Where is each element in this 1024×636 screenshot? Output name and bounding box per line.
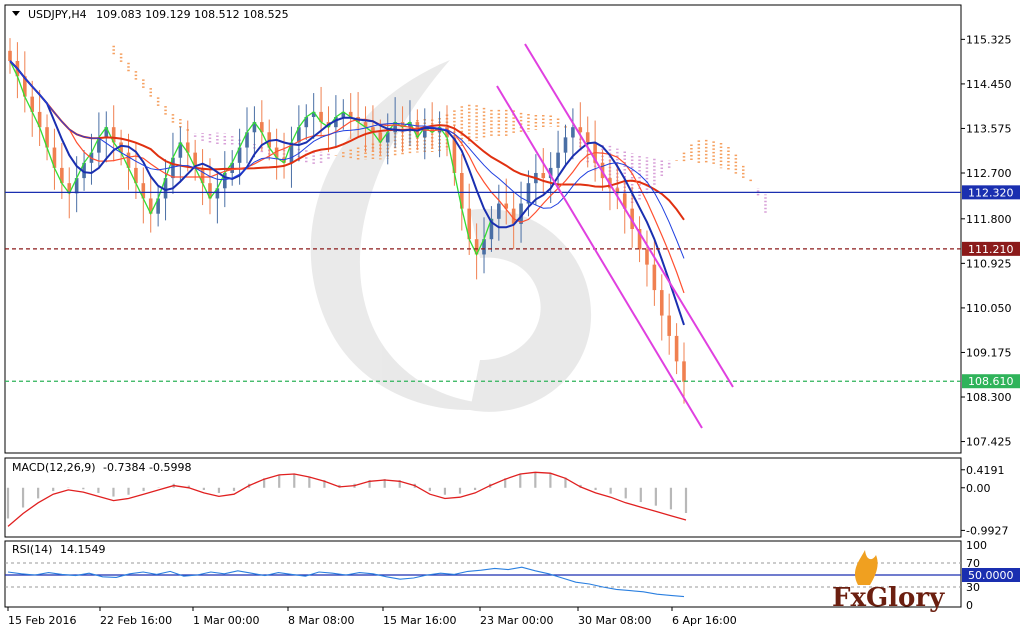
rsi-axis: 1007050.0000300 (962, 539, 1020, 612)
time-tick-label: 8 Mar 08:00 (288, 614, 354, 627)
price-tick-label: 109.175 (966, 346, 1012, 359)
candle-body (659, 290, 664, 316)
price-tick-label: 110.050 (966, 302, 1012, 315)
macd-values: -0.7384 -0.5998 (103, 461, 191, 474)
level-tag-label: 111.210 (968, 243, 1014, 256)
candle-body (571, 127, 575, 138)
candle-body (556, 152, 560, 168)
price-tick-label: 112.700 (966, 167, 1012, 180)
macd-tick-label: 0.00 (966, 482, 991, 495)
chart-canvas: 112.320 111.210 108.610 115.325 114.450 113.… (4, 4, 1020, 627)
rsi-tick-label: 30 (966, 581, 980, 594)
time-tick-label: 6 Apr 16:00 (672, 614, 737, 627)
candle-body (497, 203, 501, 219)
price-tick-label: 113.575 (966, 122, 1012, 135)
candle-body (585, 132, 590, 143)
time-tick-label: 1 Mar 00:00 (193, 614, 259, 627)
candle-body (8, 50, 12, 61)
chart-symbol-header: USDJPY,H4 109.083 109.129 108.512 108.52… (28, 8, 289, 21)
price-tick-label: 111.800 (966, 213, 1012, 226)
ohlc-values: 109.083 109.129 108.512 108.525 (96, 8, 288, 21)
time-tick-label: 15 Mar 16:00 (383, 614, 456, 627)
macd-axis: 0.4191 0.00 -0.9927 (961, 464, 1008, 537)
candle-body (682, 361, 686, 382)
candle-body (541, 173, 546, 179)
macd-tick-label: 0.4191 (966, 464, 1005, 477)
candle-body (667, 315, 671, 336)
price-tick-label: 115.325 (966, 33, 1012, 46)
level-tag-label: 108.610 (968, 375, 1014, 388)
price-tick-label: 108.300 (966, 391, 1012, 404)
time-tick-label: 23 Mar 00:00 (480, 614, 553, 627)
macd-name: MACD(12,26,9) (12, 461, 96, 474)
brand-text: FxGlory (832, 583, 945, 613)
time-tick-label: 22 Feb 16:00 (100, 614, 172, 627)
time-tick-label: 30 Mar 08:00 (578, 614, 651, 627)
candle-body (674, 335, 679, 362)
candle-body (645, 249, 649, 265)
rsi-panel (4, 540, 962, 608)
rsi-tick-label: 0 (966, 599, 973, 612)
rsi-value: 14.1549 (60, 543, 106, 556)
candle-body (563, 137, 568, 153)
level-tag-label: 112.320 (968, 186, 1014, 199)
symbol-label: USDJPY,H4 (28, 8, 87, 21)
rsi-tick-label: 100 (966, 539, 987, 552)
rsi-name: RSI(14) (12, 543, 52, 556)
price-tick-label: 110.925 (966, 257, 1012, 270)
price-tick-label: 114.450 (966, 78, 1012, 91)
candle-body (652, 264, 657, 291)
time-tick-label: 15 Feb 2016 (8, 614, 76, 627)
price-tick-label: 107.425 (966, 436, 1012, 449)
macd-tick-label: -0.9927 (966, 524, 1008, 537)
time-axis: 15 Feb 2016 22 Feb 16:00 1 Mar 00:00 8 Mar … (7, 607, 737, 627)
